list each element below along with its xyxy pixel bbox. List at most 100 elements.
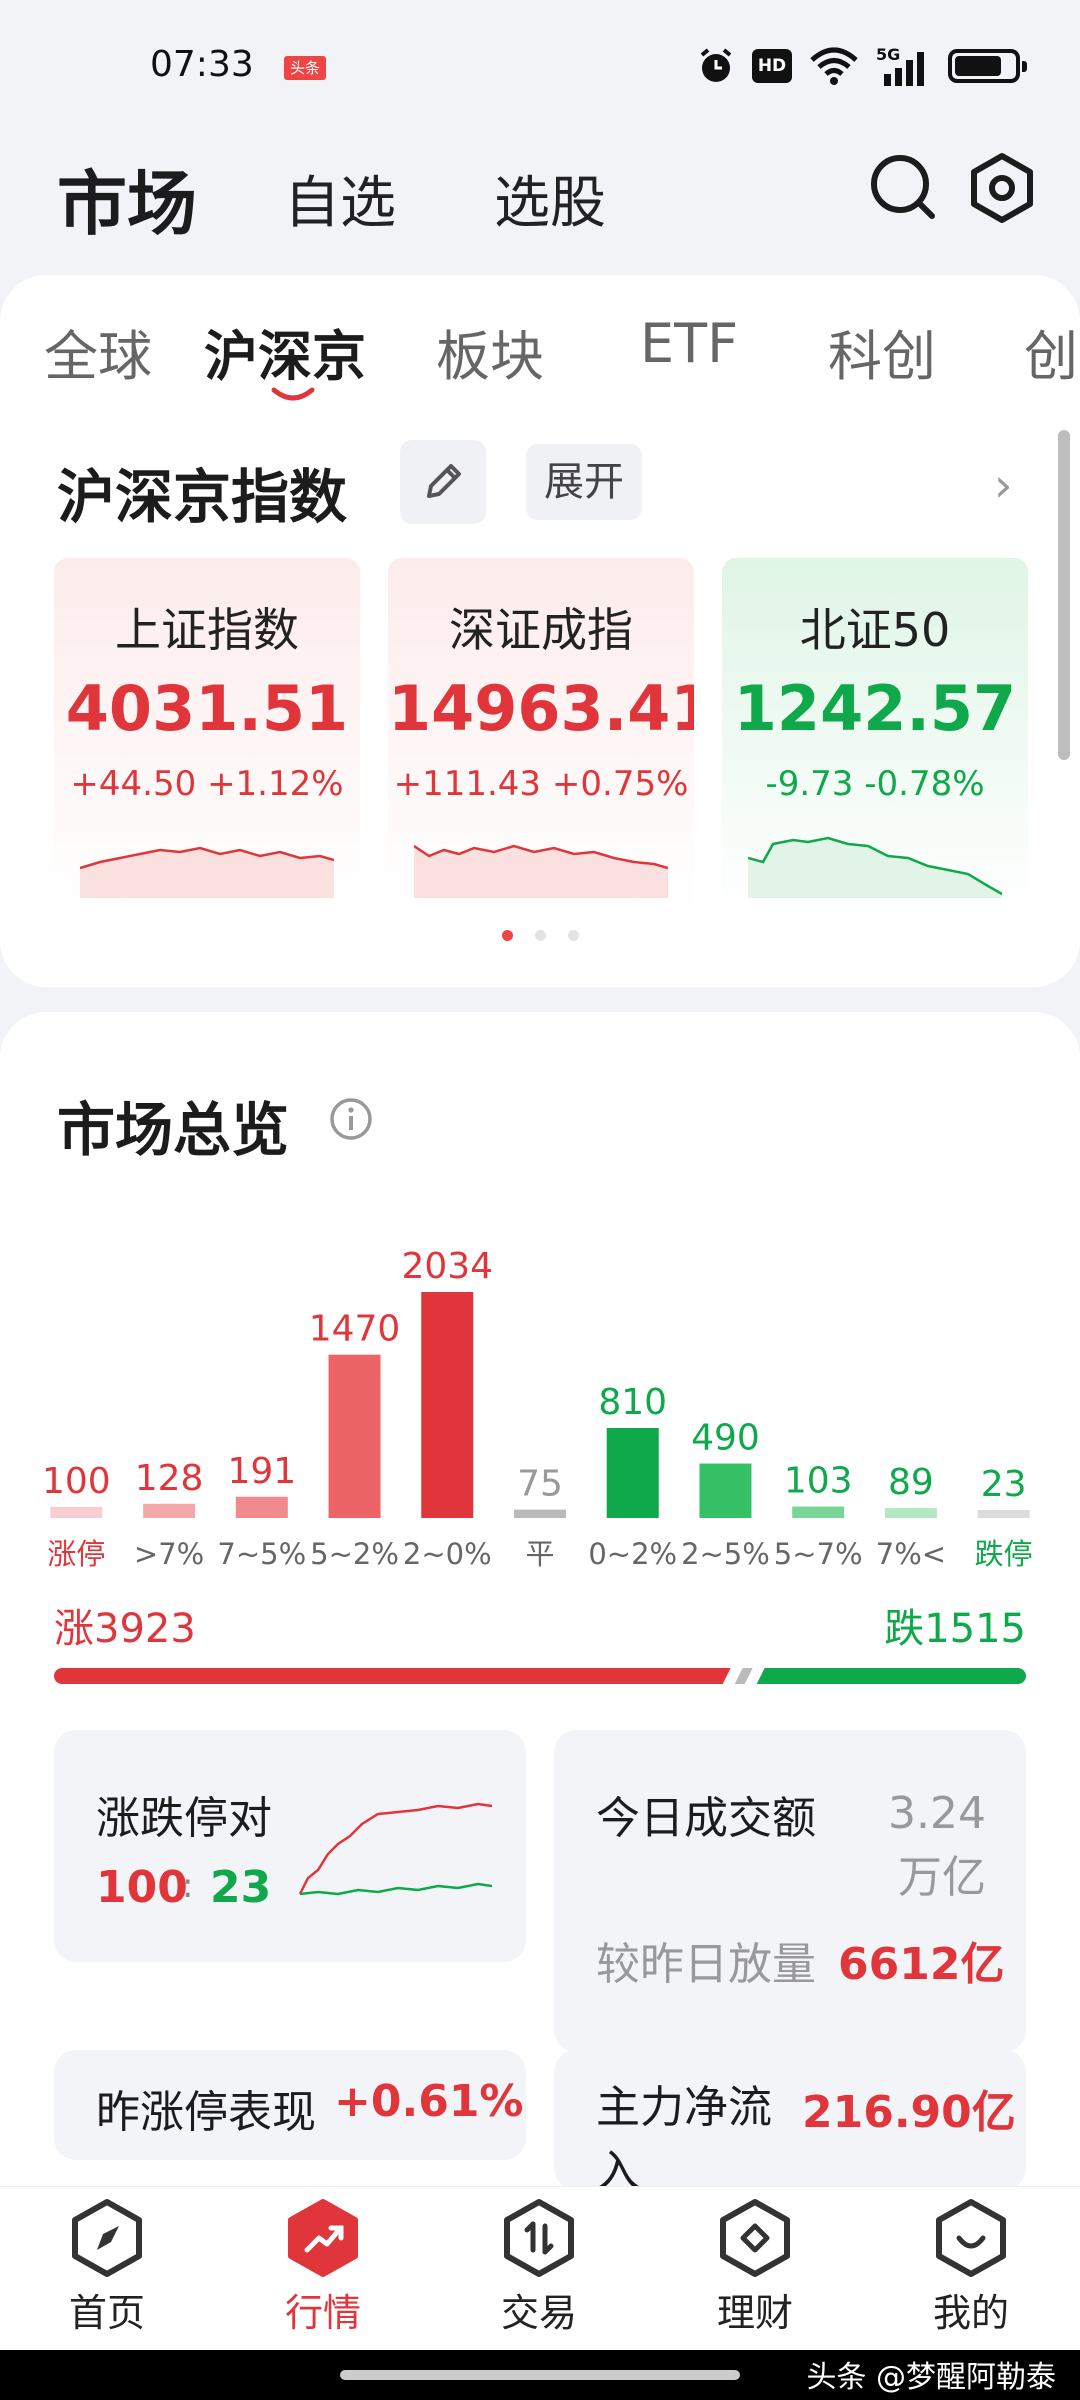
chart-value-label: 1470 — [309, 1309, 401, 1350]
turnover-label: 今日成交额 — [596, 1793, 816, 1844]
index-value: 1242.57 — [733, 672, 1017, 745]
battery-icon — [948, 49, 1027, 83]
index-name: 深证成指 — [449, 603, 633, 657]
fall-count-label: 跌1515 — [884, 1606, 1026, 1652]
chart-value-label: 2034 — [401, 1246, 493, 1287]
index-card-beizheng50[interactable]: 北证50 1242.57 -9.73 -0.78% — [722, 558, 1028, 912]
chart-category-label: 平 — [525, 1537, 554, 1570]
header-tab-stock-picker[interactable]: 选股 — [494, 158, 606, 239]
chart-bar — [50, 1506, 103, 1518]
wealth-icon — [720, 2199, 790, 2277]
prev-limit-label: 昨涨停表现 — [96, 2087, 316, 2138]
chart-bar — [421, 1292, 474, 1518]
carousel-dots — [0, 930, 1080, 941]
index-value: 14963.41 — [388, 672, 694, 745]
market-tab-global[interactable]: 全球 — [44, 312, 152, 391]
wifi-icon — [810, 47, 858, 85]
limit-pair-label: 涨跌停对 — [96, 1793, 272, 1844]
index-value: 4031.51 — [65, 672, 349, 745]
main-flow-label: 主力净流入 — [596, 2082, 772, 2197]
limit-down-count: 23 — [210, 1862, 272, 1913]
chart-category-label: >7% — [134, 1537, 204, 1570]
turnover-value: 3.24万亿 — [888, 1788, 986, 1903]
expand-button[interactable]: 展开 — [526, 444, 642, 520]
market-tab-sector[interactable]: 板块 — [436, 312, 544, 391]
prev-limit-value: +0.61% — [334, 2076, 524, 2127]
cellular-5g-icon: 5G — [876, 45, 924, 86]
chart-value-label: 89 — [888, 1462, 934, 1503]
app-notification-badge: 头条 — [284, 56, 326, 80]
chart-value-label: 810 — [598, 1382, 667, 1423]
chart-category-label: 2~5% — [681, 1537, 770, 1570]
home-indicator[interactable] — [340, 2370, 740, 2380]
limit-pair-separator: : — [182, 1866, 194, 1906]
chart-category-label: 7~5% — [217, 1537, 306, 1570]
market-tab-etf[interactable]: ETF — [640, 312, 738, 375]
chart-bar — [328, 1354, 381, 1518]
chart-bar — [514, 1509, 566, 1518]
index-section-title: 沪深京指数 — [57, 463, 348, 531]
carousel-dot — [534, 930, 546, 941]
chart-value-label: 191 — [227, 1451, 296, 1492]
index-sparkline — [748, 836, 1002, 898]
carousel-dot — [567, 930, 579, 941]
watermark: 头条 @梦醒阿勒泰 — [806, 2360, 1056, 2395]
chart-category-label: 0~2% — [588, 1537, 677, 1570]
chart-trend-icon — [288, 2199, 358, 2277]
nav-profile[interactable]: 我的 — [896, 2196, 1046, 2346]
chart-value-label: 100 — [42, 1461, 111, 1502]
chart-bar — [606, 1428, 659, 1518]
index-sparkline — [80, 846, 334, 898]
chart-value-label: 103 — [784, 1461, 853, 1502]
chart-bar — [977, 1510, 1030, 1518]
page-title: 市场 — [57, 163, 197, 245]
settings-hexagon-icon[interactable] — [962, 148, 1042, 228]
chart-bar — [884, 1508, 937, 1518]
flat-portion — [734, 1668, 753, 1684]
profile-icon — [936, 2199, 1006, 2277]
search-icon[interactable] — [864, 148, 944, 228]
chart-value-label: 75 — [517, 1464, 563, 1505]
chart-bar — [699, 1463, 752, 1518]
index-name: 北证50 — [799, 603, 951, 657]
nav-wealth[interactable]: 理财 — [680, 2196, 830, 2346]
edit-button[interactable] — [400, 440, 486, 524]
chart-category-label: 涨停 — [47, 1537, 105, 1570]
market-tab-hushenjing[interactable]: 沪深京 — [204, 312, 366, 391]
volume-change-value: 6612亿 — [838, 1939, 1005, 1990]
market-tab-star[interactable]: 科创 — [828, 312, 936, 391]
status-icons: HD 5G — [696, 44, 1027, 88]
header-tab-watchlist[interactable]: 自选 — [284, 158, 396, 239]
nav-trade[interactable]: 交易 — [464, 2196, 614, 2346]
chart-value-label: 490 — [691, 1418, 760, 1459]
rise-portion — [54, 1668, 731, 1684]
chart-bar — [792, 1506, 845, 1518]
chart-category-label: 5~7% — [774, 1537, 863, 1570]
chart-value-label: 128 — [135, 1458, 204, 1499]
index-name: 上证指数 — [115, 603, 299, 657]
nav-home[interactable]: 首页 — [32, 2196, 182, 2346]
chart-category-label: 跌停 — [975, 1537, 1033, 1570]
limit-up-count: 100 — [96, 1862, 188, 1913]
index-change: -9.73 -0.78% — [765, 764, 985, 804]
index-card-shenzhen[interactable]: 深证成指 14963.41 +111.43 +0.75% — [388, 558, 694, 912]
rise-count-label: 涨3923 — [54, 1606, 196, 1652]
main-flow-value: 216.90亿 — [802, 2087, 1016, 2138]
active-tab-indicator — [271, 387, 315, 401]
rise-fall-ratio-bar — [54, 1668, 1026, 1684]
limit-pair-sparkline — [298, 1802, 492, 1896]
scrollbar[interactable] — [1058, 430, 1070, 760]
chart-bar — [235, 1496, 288, 1518]
volume-change-label: 较昨日放量 — [596, 1939, 816, 1990]
index-change: +44.50 +1.12% — [70, 764, 344, 804]
chart-category-label: 7%< — [876, 1537, 946, 1570]
market-tab-chinext[interactable]: 创 — [1024, 312, 1078, 391]
index-card-shanghai[interactable]: 上证指数 4031.51 +44.50 +1.12% — [54, 558, 360, 912]
chart-category-label: 2~0% — [403, 1537, 492, 1570]
index-change: +111.43 +0.75% — [393, 764, 689, 804]
exchange-icon — [504, 2199, 574, 2277]
svg-text:5G: 5G — [876, 45, 900, 64]
nav-market[interactable]: 行情 — [248, 2196, 398, 2346]
chevron-right-icon[interactable]: › — [994, 458, 1012, 512]
info-icon[interactable] — [328, 1096, 374, 1142]
